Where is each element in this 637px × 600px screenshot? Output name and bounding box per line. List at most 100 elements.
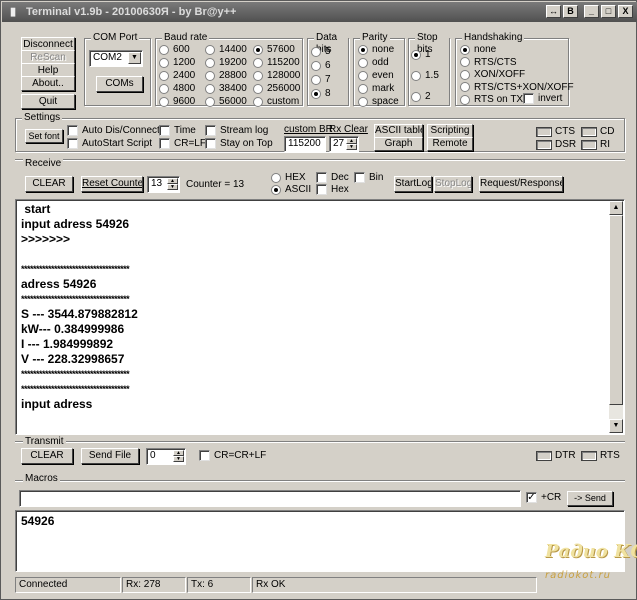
radio-dot [311, 46, 321, 57]
stoplog-button[interactable]: StopLog [434, 176, 472, 192]
com-port-select[interactable]: COM2 ▼ [89, 50, 143, 67]
transmit-clear-button[interactable]: CLEAR [21, 448, 73, 464]
handshaking-radio-0-label: none [474, 44, 497, 55]
stop-bits-radio-1[interactable]: 1.5 [411, 70, 439, 81]
handshaking-radio-1[interactable]: RTS/CTS [460, 57, 517, 68]
coms-button[interactable]: COMs [96, 76, 143, 92]
scroll-up-icon[interactable]: ▲ [609, 201, 623, 215]
ascii-radio[interactable]: ASCII [271, 184, 311, 195]
cr-lf-checkbox[interactable]: CR=LF [159, 138, 206, 149]
com-port-value: COM2 [93, 52, 122, 63]
baud-radio-1200[interactable]: 1200 [159, 57, 195, 68]
auto-dis-connect-checkbox[interactable]: Auto Dis/Connect [67, 125, 160, 136]
stream-log-checkbox[interactable]: Stream log [205, 125, 268, 136]
radio-dot [311, 88, 321, 99]
radio-dot [253, 83, 263, 94]
dec-checkbox[interactable]: Dec [316, 172, 349, 183]
spin-arrows-icon[interactable]: ▲ ▼ [346, 138, 357, 150]
graph-button[interactable]: Graph [374, 137, 423, 151]
chevron-down-icon[interactable]: ▼ [128, 52, 141, 64]
hex-radio[interactable]: HEX [271, 172, 306, 183]
b-icon[interactable]: B [563, 5, 578, 18]
data-bits-radio-6[interactable]: 6 [311, 60, 331, 71]
autostart-script-checkbox[interactable]: AutoStart Script [67, 138, 152, 149]
data-bits-radio-7[interactable]: 7 [311, 74, 331, 85]
parity-radio-none[interactable]: none [358, 44, 394, 55]
parity-radio-odd[interactable]: odd [358, 57, 389, 68]
resize-icon[interactable]: ↔ [546, 5, 561, 18]
transmit-spinner[interactable]: 0 ▲ ▼ [146, 448, 186, 465]
baud-radio-115200[interactable]: 115200 [253, 57, 300, 68]
stay-on-top-checkbox[interactable]: Stay on Top [205, 138, 273, 149]
bin-checkbox[interactable]: Bin [354, 172, 383, 183]
baud-radio-128000[interactable]: 128000 [253, 70, 300, 81]
macro-input[interactable] [19, 490, 521, 507]
handshaking-radio-2[interactable]: XON/XOFF [460, 69, 525, 80]
scroll-down-icon[interactable]: ▼ [609, 419, 623, 433]
scripting-button[interactable]: Scripting [427, 124, 473, 138]
startlog-button[interactable]: StartLog [394, 176, 432, 192]
radio-dot [205, 96, 215, 107]
baud-radio-2400[interactable]: 2400 [159, 70, 195, 81]
baud-radio-4800[interactable]: 4800 [159, 83, 195, 94]
handshaking-radio-3[interactable]: RTS/CTS+XON/XOFF [460, 82, 574, 93]
checkbox-box [205, 138, 216, 149]
send-button[interactable]: -> Send [567, 491, 613, 506]
spin-arrows-icon[interactable]: ▲ ▼ [167, 178, 178, 190]
rx-clear-spinner[interactable]: 27 ▲ ▼ [329, 136, 359, 152]
window-title: Terminal v1.9b - 20100630Я - by Br@y++ [26, 6, 237, 18]
baud-radio-57600[interactable]: 57600 [253, 44, 295, 55]
cr-crlf-checkbox[interactable]: CR=CR+LF [199, 450, 266, 461]
parity-radio-space[interactable]: space [358, 96, 399, 107]
receive-terminal[interactable]: start input adress 54926 >>>>>>> **********… [15, 199, 625, 435]
receive-scrollbar[interactable]: ▲ ▼ [609, 201, 623, 433]
ascii-table-button[interactable]: ASCII table [374, 124, 423, 138]
handshaking-radio-4[interactable]: RTS on TX [460, 94, 523, 105]
title-bar[interactable]: ▮ Terminal v1.9b - 20100630Я - by Br@y++… [2, 2, 637, 22]
send-file-button[interactable]: Send File [81, 448, 139, 464]
baud-radio-14400[interactable]: 14400 [205, 44, 247, 55]
hex-checkbox[interactable]: Hex [316, 184, 349, 195]
reset-counter-button[interactable]: Reset Counter [81, 176, 143, 192]
receive-text: start input adress 54926 >>>>>>> **********… [16, 200, 624, 412]
transmit-terminal[interactable]: 54926 [15, 510, 625, 572]
baud-radio-600[interactable]: 600 [159, 44, 190, 55]
baud-radio-28800[interactable]: 28800 [205, 70, 247, 81]
invert-checkbox[interactable]: invert [523, 93, 562, 104]
baud-radio-56000[interactable]: 56000 [205, 96, 247, 107]
request-response-button[interactable]: Request/Response [479, 176, 563, 192]
baud-radio-9600-label: 9600 [173, 96, 196, 107]
minimize-button[interactable]: _ [584, 5, 599, 18]
parity-radio-even[interactable]: even [358, 70, 394, 81]
about-button[interactable]: About.. [21, 76, 75, 91]
custom-br-input[interactable]: 115200 [284, 136, 326, 152]
parity-radio-mark[interactable]: mark [358, 83, 394, 94]
scroll-thumb[interactable] [609, 215, 623, 405]
hex-radio-label: HEX [285, 172, 306, 183]
cd-indicator: CD [581, 126, 614, 137]
stop-bits-radio-2[interactable]: 2 [411, 91, 431, 102]
baud-radio-256000[interactable]: 256000 [253, 83, 300, 94]
spin-arrows-icon[interactable]: ▲ ▼ [173, 450, 184, 462]
baud-radio-9600[interactable]: 9600 [159, 96, 195, 107]
parity-caption: Parity [360, 32, 390, 44]
settings-caption: Settings [22, 112, 63, 124]
remote-button[interactable]: Remote [427, 137, 473, 151]
plus-cr-checkbox[interactable]: ✓ +CR [526, 492, 561, 503]
set-font-button[interactable]: Set font [25, 129, 63, 143]
baud-radio-19200[interactable]: 19200 [205, 57, 247, 68]
checkbox-box [67, 138, 78, 149]
data-bits-radio-8[interactable]: 8 [311, 88, 331, 99]
receive-clear-button[interactable]: CLEAR [25, 176, 73, 192]
data-bits-radio-5[interactable]: 5 [311, 46, 331, 57]
handshaking-radio-0[interactable]: none [460, 44, 496, 55]
quit-button[interactable]: Quit [21, 94, 75, 109]
baud-radio-38400[interactable]: 38400 [205, 83, 247, 94]
time-checkbox[interactable]: Time [159, 125, 196, 136]
close-button[interactable]: X [618, 5, 633, 18]
maximize-button[interactable]: □ [601, 5, 616, 18]
counter-spinner[interactable]: 13 ▲ ▼ [147, 176, 180, 193]
baud-radio-custom[interactable]: custom [253, 96, 299, 107]
stop-bits-radio-0[interactable]: 1 [411, 49, 431, 60]
receive-line: >>>>>>> [21, 232, 71, 246]
